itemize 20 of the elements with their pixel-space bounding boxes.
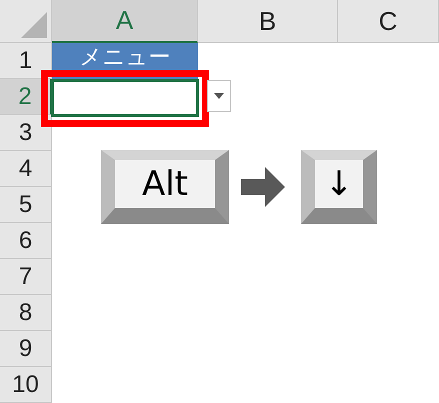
active-cell[interactable] <box>51 79 199 117</box>
column-header[interactable]: C <box>338 0 439 43</box>
triangle-icon <box>21 12 47 38</box>
cell-text: メニュー <box>80 45 170 71</box>
column-header[interactable]: A <box>52 0 198 43</box>
keyboard-key: ↓ <box>301 150 377 224</box>
row-header[interactable]: 1 <box>0 43 52 79</box>
row-header[interactable]: 3 <box>0 115 52 151</box>
dropdown-button[interactable] <box>207 80 231 112</box>
caret-icon <box>214 93 224 99</box>
column-header[interactable]: B <box>198 0 338 43</box>
row-header[interactable]: 6 <box>0 223 52 259</box>
row-header[interactable]: 4 <box>0 151 52 187</box>
row-header[interactable]: 9 <box>0 331 52 367</box>
row-header[interactable]: 7 <box>0 259 52 295</box>
right-arrow-icon <box>241 167 285 207</box>
row-header[interactable]: 10 <box>0 367 52 403</box>
row-header[interactable]: 5 <box>0 187 52 223</box>
keyboard-key: Alt <box>101 150 229 224</box>
row-header[interactable]: 8 <box>0 295 52 331</box>
